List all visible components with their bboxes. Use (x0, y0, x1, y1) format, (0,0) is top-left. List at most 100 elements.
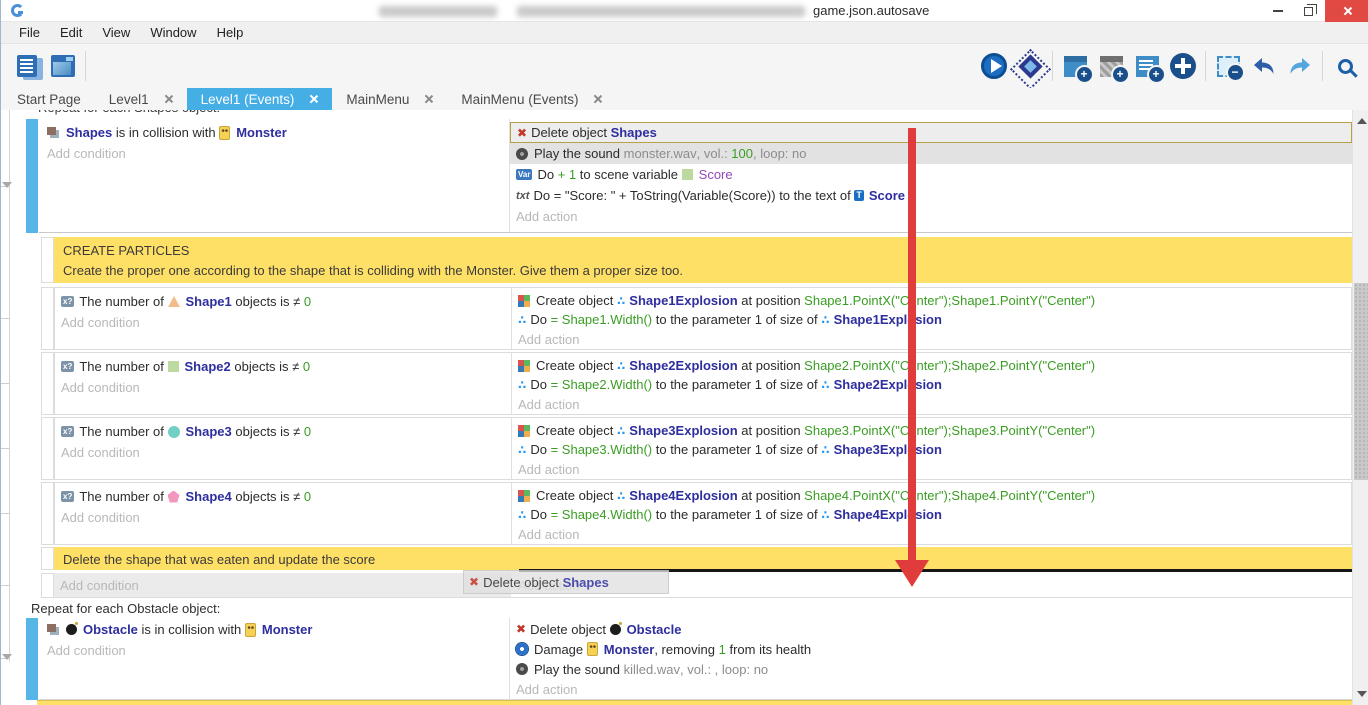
add-condition-button[interactable]: Add condition (55, 377, 511, 398)
action-row[interactable]: Create object ∴Shape1Explosion at positi… (512, 291, 1351, 310)
create-object-icon (518, 360, 524, 366)
text-segment: Do (530, 507, 550, 522)
condition-row[interactable]: x?The number of Shape2 objects is ≠ 0 (55, 356, 511, 377)
add-condition-button[interactable]: Add condition (55, 442, 511, 463)
particle-icon: ∴ (821, 443, 829, 457)
action-row-selected[interactable]: ✖Delete object Shapes (510, 122, 1352, 143)
text-segment: objects is ≠ (231, 359, 303, 374)
undo-button[interactable] (1246, 47, 1282, 85)
dragged-action-ghost[interactable]: ✖Delete object Shapes (463, 570, 669, 594)
scroll-down-icon[interactable] (1357, 691, 1367, 697)
project-manager-button[interactable] (9, 47, 45, 85)
condition-row[interactable]: x?The number of Shape4 objects is ≠ 0 (55, 486, 511, 507)
action-row[interactable]: Damage Monster, removing 1 from its heal… (510, 639, 1352, 659)
close-button[interactable] (1325, 0, 1368, 22)
add-action-button[interactable]: Add action (510, 206, 1352, 227)
action-row[interactable]: ∴Do = Shape4.Width() to the parameter 1 … (512, 505, 1351, 524)
action-row[interactable]: ∴Do = Shape2.Width() to the parameter 1 … (512, 375, 1351, 394)
actions-cell: ✖Delete object Obstacle Damage Monster, … (510, 618, 1352, 699)
repeat-shapes-header[interactable]: Repeat for each Shapes object: (38, 110, 638, 119)
object-count-icon: x? (61, 426, 74, 437)
add-action-button[interactable]: Add action (512, 525, 1351, 544)
restore-button[interactable] (1293, 0, 1323, 22)
collapse-arrow-icon[interactable] (2, 654, 12, 660)
condition-row[interactable]: x?The number of Shape3 objects is ≠ 0 (55, 421, 511, 442)
comment-title: CREATE PARTICLES (63, 237, 1352, 261)
action-row[interactable]: ✖Delete object Obstacle (510, 619, 1352, 639)
minimize-button[interactable] (1263, 0, 1293, 22)
add-other-event-button[interactable] (1165, 47, 1201, 85)
condition-row[interactable]: Obstacle is in collision with Monster (39, 619, 509, 640)
add-action-button[interactable]: Add action (512, 330, 1351, 349)
condition-row[interactable]: x?The number of Shape1 objects is ≠ 0 (55, 291, 511, 312)
search-button[interactable] (1327, 47, 1363, 85)
text-segment: Do (537, 167, 557, 182)
tab-mainmenu[interactable]: MainMenu (332, 88, 447, 110)
action-row[interactable]: Create object ∴Shape4Explosion at positi… (512, 486, 1351, 505)
menu-view[interactable]: View (92, 22, 140, 44)
tab-level1-events[interactable]: Level1 (Events) (187, 88, 333, 110)
text-segment: = Shape1.Width() (551, 312, 653, 327)
comment-delete-shape[interactable]: Delete the shape that was eaten and upda… (54, 547, 1352, 570)
add-action-button[interactable]: Add action (512, 460, 1351, 479)
text-segment: 0 (304, 294, 311, 309)
add-condition-button[interactable]: Add condition (55, 312, 511, 333)
monster-icon (245, 623, 256, 637)
add-condition-button[interactable]: Add condition (54, 573, 511, 597)
shape3-icon (168, 426, 180, 438)
add-event-button[interactable] (1057, 47, 1093, 85)
menu-edit[interactable]: Edit (50, 22, 92, 44)
action-row[interactable]: Play the sound monster.wav, vol.: 100, l… (510, 143, 1352, 164)
vertical-scrollbar[interactable] (1352, 110, 1368, 705)
tab-close-icon[interactable] (308, 94, 318, 104)
scene-editor-button[interactable] (45, 47, 81, 85)
conditions-cell: x?The number of Shape3 objects is ≠ 0 Ad… (55, 418, 512, 479)
condition-row[interactable]: Shapes is in collision with Monster (39, 122, 509, 143)
monster-icon (219, 126, 230, 140)
event-repeat-shapes: Shapes is in collision with Monster Add … (39, 119, 1352, 233)
text-segment: Shape3Explosion (834, 442, 942, 457)
tab-mainmenu-events[interactable]: MainMenu (Events) (447, 88, 616, 110)
tab-close-icon[interactable] (163, 94, 173, 104)
tab-close-icon[interactable] (592, 94, 602, 104)
text-segment: Shape2.PointX("Center");Shape2.PointY("C… (804, 358, 1095, 373)
text-segment: Delete object (530, 622, 610, 637)
toolbar-separator (1052, 51, 1053, 81)
scrollbar-thumb[interactable] (1354, 283, 1368, 480)
scene-editor-icon (51, 55, 75, 77)
preview-play-button[interactable] (976, 47, 1012, 85)
tab-start-page[interactable]: Start Page (3, 88, 95, 110)
add-condition-button[interactable]: Add condition (39, 640, 509, 661)
redo-button[interactable] (1282, 47, 1318, 85)
action-row[interactable]: Create object ∴Shape3Explosion at positi… (512, 421, 1351, 440)
comment-create-particles[interactable]: CREATE PARTICLES Create the proper one a… (54, 237, 1352, 283)
scroll-up-icon[interactable] (1357, 118, 1367, 124)
add-sub-event-button[interactable] (1093, 47, 1129, 85)
add-comment-button[interactable] (1129, 47, 1165, 85)
action-row[interactable]: txtDo = "Score: " + ToString(Variable(Sc… (510, 185, 1352, 206)
repeat-obstacle-header[interactable]: Repeat for each Obstacle object: (31, 601, 220, 616)
collapse-arrow-icon[interactable] (2, 182, 12, 188)
tab-level1[interactable]: Level1 (95, 88, 187, 110)
tab-close-icon[interactable] (423, 94, 433, 104)
menu-file[interactable]: File (9, 22, 50, 44)
action-row[interactable]: Play the sound killed.wav, vol.: , loop:… (510, 659, 1352, 679)
delete-selection-button[interactable] (1210, 47, 1246, 85)
action-row[interactable]: ∴Do = Shape1.Width() to the parameter 1 … (512, 310, 1351, 329)
add-action-button[interactable]: Add action (510, 679, 1352, 699)
obstacle-icon (610, 624, 621, 635)
action-row[interactable]: ∴Do = Shape3.Width() to the parameter 1 … (512, 440, 1351, 459)
text-segment: The number of (79, 424, 167, 439)
menu-window[interactable]: Window (140, 22, 206, 44)
text-segment: objects is ≠ (232, 424, 304, 439)
shape4-icon (168, 491, 180, 503)
action-row[interactable]: Create object ∴Shape2Explosion at positi… (512, 356, 1351, 375)
add-condition-button[interactable]: Add condition (39, 143, 509, 164)
add-action-button[interactable]: Add action (512, 395, 1351, 414)
comment-partial[interactable] (37, 700, 1352, 705)
action-row[interactable]: VarDo + 1 to scene variable Score (510, 164, 1352, 185)
debug-button[interactable] (1012, 47, 1048, 85)
event-indent-bar (41, 352, 54, 415)
menu-help[interactable]: Help (207, 22, 254, 44)
add-condition-button[interactable]: Add condition (55, 507, 511, 528)
